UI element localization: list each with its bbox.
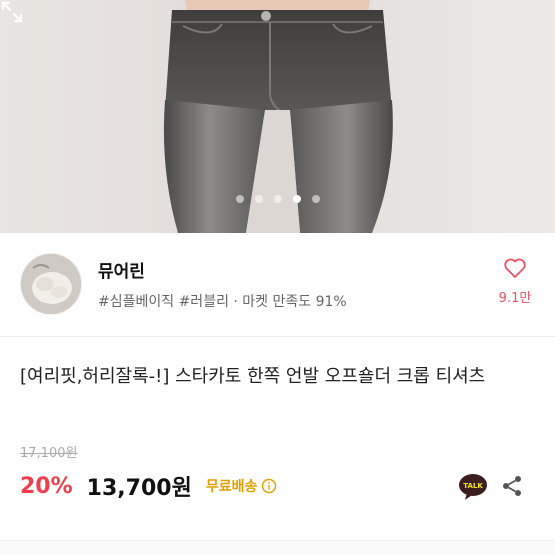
free-shipping-label: 무료배송 (205, 479, 258, 495)
shop-info: 뮤어린 #심플베이직 #러블리 · 마켓 만족도 91% 9.1만 (0, 233, 555, 337)
carousel-dot[interactable] (311, 195, 320, 203)
shop-avatar[interactable] (20, 253, 82, 315)
carousel-dot[interactable] (254, 195, 263, 203)
shop-tags: #심플베이직 #러블리 · 마켓 만족도 91% (98, 294, 347, 310)
price-row: 20% 13,700원 무료배송 (20, 470, 277, 502)
like-count: 9.1만 (498, 291, 532, 306)
discount-rate: 20% (20, 473, 73, 499)
original-price: 17,100원 (20, 446, 78, 461)
shop-name[interactable]: 뮤어린 (98, 257, 145, 282)
talk-label: TALK (463, 482, 483, 490)
carousel-indicator (0, 195, 555, 203)
kakaotalk-icon: TALK (459, 474, 487, 500)
expand-icon[interactable] (0, 0, 24, 24)
product-image[interactable] (0, 0, 555, 233)
like-button[interactable]: 9.1만 (496, 257, 534, 306)
sale-price: 13,700원 (86, 476, 192, 501)
product-title: [여리핏,허리잘록-!] 스타카토 한쪽 언발 오프숄더 크롭 티셔츠 (20, 366, 486, 387)
section-divider (0, 540, 555, 555)
share-icon[interactable] (500, 474, 524, 498)
carousel-dot[interactable] (235, 195, 244, 203)
info-circle-icon[interactable] (261, 478, 277, 494)
carousel-dot[interactable] (273, 195, 282, 203)
carousel-dot-active[interactable] (292, 195, 301, 203)
heart-outline-icon (504, 258, 526, 278)
kakaotalk-share-button[interactable]: TALK (458, 473, 488, 501)
